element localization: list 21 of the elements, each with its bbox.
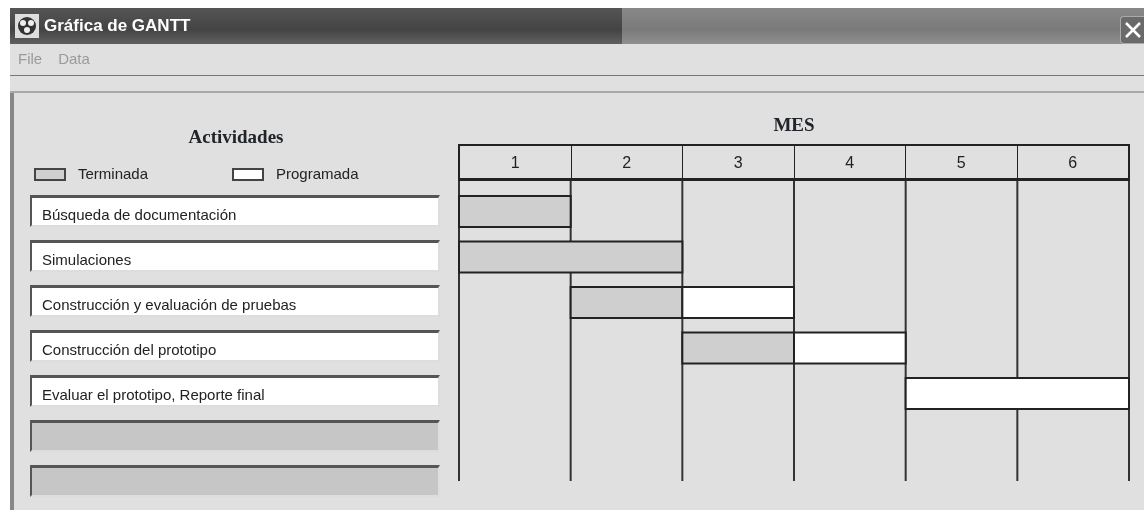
month-header: 2 (571, 146, 683, 178)
activity-field[interactable]: Construcción del prototipo (30, 330, 440, 362)
legend-label: Terminada (78, 163, 149, 184)
month-header: 4 (794, 146, 906, 178)
activity-field[interactable]: Simulaciones (30, 240, 440, 272)
legend-swatch (232, 167, 264, 181)
close-icon (1123, 21, 1142, 39)
activity-field[interactable]: Construcción y evaluación de pruebas (30, 285, 440, 317)
month-header: 5 (906, 146, 1018, 178)
legend-label: Programada (276, 163, 359, 184)
legend-swatch (34, 167, 66, 181)
chart-heading: MES (772, 113, 816, 137)
month-header: 3 (683, 146, 795, 178)
month-header: 1 (460, 146, 572, 178)
close-button[interactable] (1120, 16, 1144, 44)
window-title: Gráfica de GANTT (44, 15, 191, 38)
panel-heading: Actividades (187, 125, 285, 149)
month-header: 6 (1067, 153, 1079, 173)
activity-field[interactable]: Evaluar el prototipo, Reporte final (30, 375, 440, 407)
activity-field[interactable]: Búsqueda de documentación (30, 195, 440, 227)
app-icon (15, 14, 39, 38)
